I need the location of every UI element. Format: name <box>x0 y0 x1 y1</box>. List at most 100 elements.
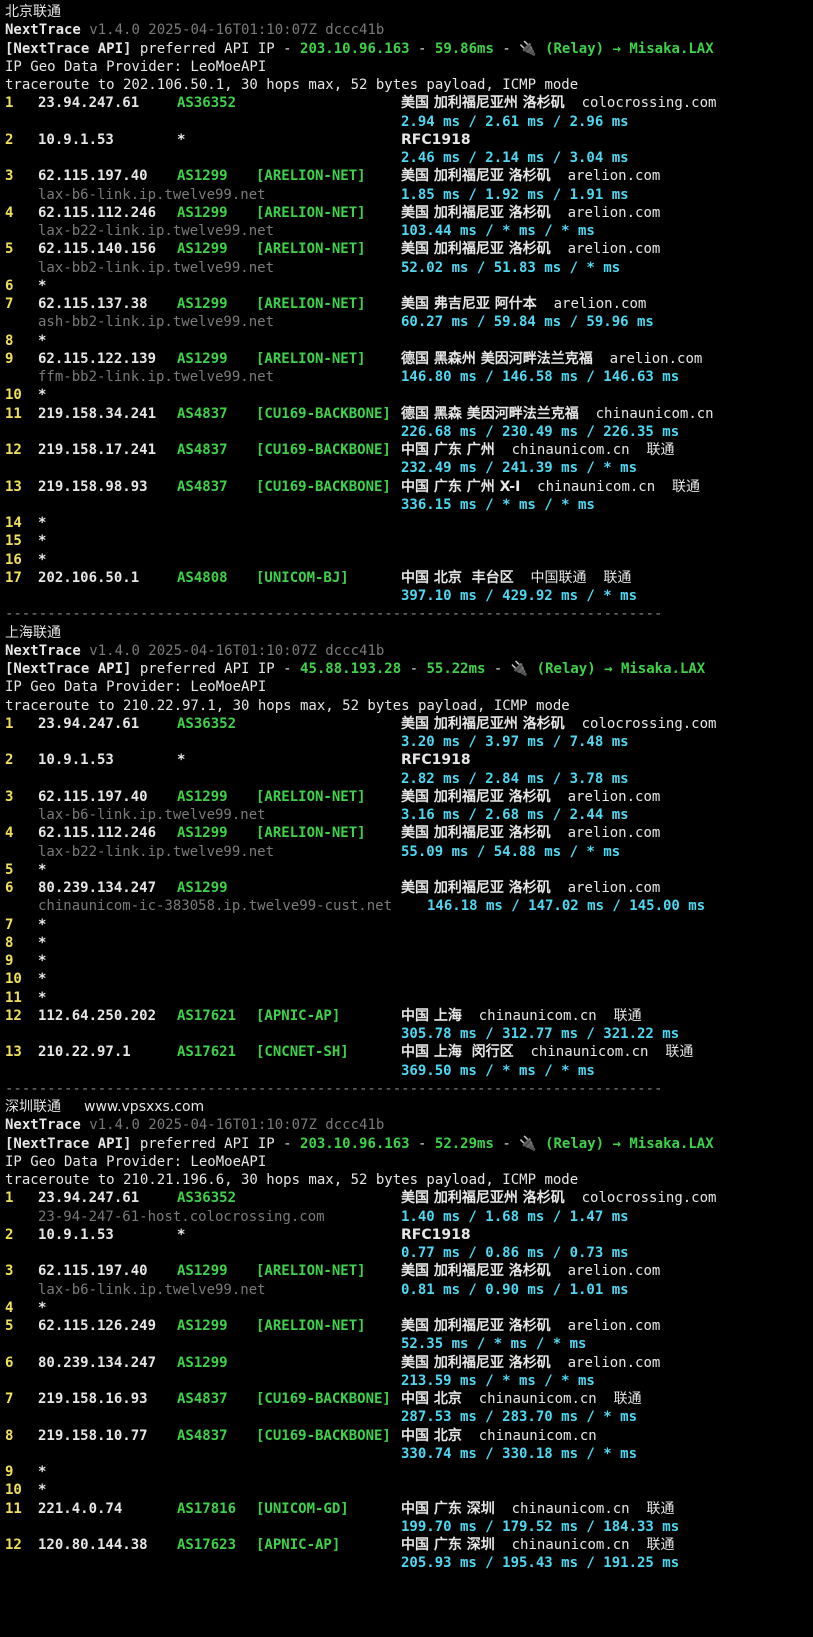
hop-isp: 联通 <box>613 1007 642 1024</box>
hop-number: 12 <box>5 442 22 458</box>
geo-provider: IP Geo Data Provider: LeoMoeAPI <box>5 679 267 696</box>
line-text: 美国 加利福尼亚州 洛杉矶 colocrossing.com <box>401 1189 716 1208</box>
line-text: 美国 加利福尼亚州 洛杉矶 colocrossing.com <box>401 94 716 113</box>
hop-row: 6 80.239.134.247 AS1299 美国 加利福尼亚 洛杉矶 arelio… <box>0 1354 813 1373</box>
hop-asn: AS1299 <box>177 1263 228 1280</box>
hop-network: [ARELION-NET] <box>256 241 366 258</box>
api-latency: 59.86ms <box>434 40 494 57</box>
line-text: [NextTrace API] preferred API IP - 203.1… <box>5 40 714 59</box>
undefined <box>551 1263 568 1279</box>
hop-number: 17 <box>5 569 22 586</box>
tool-name: NextTrace <box>5 642 81 659</box>
hop-geo: 美国 弗吉尼亚 阿什本 <box>401 296 537 312</box>
undefined <box>495 1537 512 1553</box>
hop-asn: AS1299 <box>177 241 228 258</box>
hop-row: 13 219.158.98.93 AS4837 [CU169-BACKBONE] 中国 … <box>0 478 813 497</box>
hop-network: [CU169-BACKBONE] <box>256 405 391 422</box>
traceroute-target-line: traceroute to 210.22.97.1, 30 hops max, … <box>0 697 813 716</box>
undefined: - <box>485 661 511 677</box>
hop-ip: 23.94.247.61 <box>38 1190 140 1207</box>
hop-network: [ARELION-NET] <box>256 1318 366 1334</box>
hop-timeout: * <box>38 551 47 568</box>
line-text: 美国 加利福尼亚 洛杉矶 arelion.com <box>401 879 660 898</box>
hop-detail-row: ffm-bb2-link.ip.twelve99.net 146.80 ms / … <box>0 368 813 387</box>
hop-domain: chinaunicom.cn <box>530 1044 649 1061</box>
hop-row: 4 62.115.112.246 AS1299 [ARELION-NET] 美国 加利福… <box>0 824 813 843</box>
hop-rtt: 305.78 ms / 312.77 ms / 321.22 ms <box>401 1026 680 1042</box>
hop-ip: 112.64.250.202 <box>38 1007 157 1024</box>
hop-geo: 中国 上海 <box>401 1007 462 1024</box>
line-text: NextTrace v1.4.0 2025-04-16T01:10:07Z dc… <box>5 642 384 661</box>
hop-ip: 23.94.247.61 <box>38 715 140 732</box>
hop-timeout: * <box>38 989 47 1006</box>
relay-text: (Relay) → Misaka.LAX <box>545 40 714 57</box>
hop-rtt: 60.27 ms / 59.84 ms / 59.96 ms <box>401 314 654 331</box>
hop-geo: 美国 加利福尼亚 洛杉矶 <box>401 168 551 185</box>
hop-rtt: 0.81 ms / 0.90 ms / 1.01 ms <box>401 1281 629 1298</box>
hop-network: [UNICOM-GD] <box>256 1500 349 1517</box>
api-ip: 45.88.193.28 <box>300 661 402 677</box>
hop-number: 2 <box>5 1226 14 1243</box>
relay-text: (Relay) → Misaka.LAX <box>545 1135 714 1152</box>
hop-asn: AS4837 <box>177 442 228 458</box>
hop-number: 7 <box>5 1391 14 1407</box>
undefined <box>630 1537 647 1553</box>
api-text: preferred API IP - <box>131 40 301 57</box>
hop-rtt: 146.18 ms / 147.02 ms / 145.00 ms <box>427 898 706 915</box>
hop-geo: 美国 加利福尼亚 洛杉矶 <box>401 1263 551 1280</box>
line-text: 中国 广东 深圳 chinaunicom.cn 联通 <box>401 1500 674 1519</box>
hop-ip: 62.115.140.156 <box>38 241 157 258</box>
hop-number: 12 <box>5 1537 22 1553</box>
line-text: 美国 加利福尼亚 洛杉矶 arelion.com <box>401 1317 660 1336</box>
tool-header-line: NextTrace v1.4.0 2025-04-16T01:10:07Z dc… <box>0 21 813 40</box>
hop-isp: 联通 <box>646 442 675 458</box>
hop-detail-row: 52.35 ms / * ms / * ms <box>0 1335 813 1354</box>
hop-ip: 219.158.16.93 <box>38 1391 148 1407</box>
hop-row: 13 210.22.97.1 AS17621 [CNCNET-SH] 中国 上海 闵行区… <box>0 1043 813 1062</box>
hop-detail-row: 305.78 ms / 312.77 ms / 321.22 ms <box>0 1025 813 1044</box>
hop-domain: chinaunicom.cn <box>537 478 656 495</box>
hop-network: [CU169-BACKBONE] <box>256 1427 391 1444</box>
hop-detail-row: 287.53 ms / 283.70 ms / * ms <box>0 1408 813 1427</box>
hop-domain: arelion.com <box>553 296 647 312</box>
hop-row: 10 * <box>0 1481 813 1500</box>
hop-detail-row: lax-b22-link.ip.twelve99.net 55.09 ms / 5… <box>0 843 813 862</box>
line-text: 中国 广东 广州 X-I chinaunicom.cn 联通 <box>401 478 700 497</box>
hop-row: 11 * <box>0 989 813 1008</box>
hop-rtt: 52.35 ms / * ms / * ms <box>401 1336 587 1353</box>
hop-number: 10 <box>5 1482 22 1499</box>
hop-geo: 中国 北京 <box>401 1391 462 1407</box>
traceroute-target: traceroute to 210.22.97.1, 30 hops max, … <box>5 697 570 714</box>
line-text: RFC1918 <box>401 751 471 770</box>
hop-row: 15 * <box>0 532 813 551</box>
relay-text: (Relay) → Misaka.LAX <box>536 661 706 677</box>
hop-number: 15 <box>5 533 22 550</box>
hop-number: 8 <box>5 332 14 349</box>
undefined <box>579 406 596 422</box>
hop-asn: AS4837 <box>177 478 228 495</box>
undefined: - <box>409 1135 435 1152</box>
hop-rdns: 23-94-247-61-host.colocrossing.com <box>38 1208 325 1225</box>
line-text: NextTrace v1.4.0 2025-04-16T01:10:07Z dc… <box>5 21 384 40</box>
api-text: preferred API IP - <box>131 661 301 677</box>
hop-row: 3 62.115.197.40 AS1299 [ARELION-NET] 美国 加利福尼… <box>0 1262 813 1281</box>
hop-rtt: 232.49 ms / 241.39 ms / * ms <box>401 460 638 477</box>
hop-number: 8 <box>5 1427 14 1444</box>
section-label: 上海联通 <box>5 624 61 641</box>
line-text: 美国 加利福尼亚 洛杉矶 arelion.com <box>401 167 660 186</box>
line-text: 美国 加利福尼亚 洛杉矶 arelion.com <box>401 240 660 259</box>
undefined <box>551 880 568 896</box>
hop-asn: AS1299 <box>177 825 228 842</box>
api-latency: 52.29ms <box>434 1135 494 1152</box>
section-label: 北京联通 <box>5 4 61 20</box>
hop-ip: 80.239.134.247 <box>38 880 157 896</box>
terminal-window[interactable]: 北京联通 NextTrace v1.4.0 2025-04-16T01:10:07… <box>0 0 813 1637</box>
hop-rtt: 2.46 ms / 2.14 ms / 3.04 ms <box>401 150 629 166</box>
hop-geo: 中国 北京 <box>401 1427 462 1444</box>
line-text: 中国 北京 chinaunicom.cn <box>401 1427 597 1446</box>
separator: ----------------------------------------… <box>5 1080 663 1097</box>
hop-rdns: lax-b6-link.ip.twelve99.net <box>38 807 266 823</box>
hop-domain: arelion.com <box>567 825 661 842</box>
hop-detail-row: 199.70 ms / 179.52 ms / 184.33 ms <box>0 1518 813 1537</box>
hop-row: 2 10.9.1.53 * RFC1918 <box>0 1226 813 1245</box>
